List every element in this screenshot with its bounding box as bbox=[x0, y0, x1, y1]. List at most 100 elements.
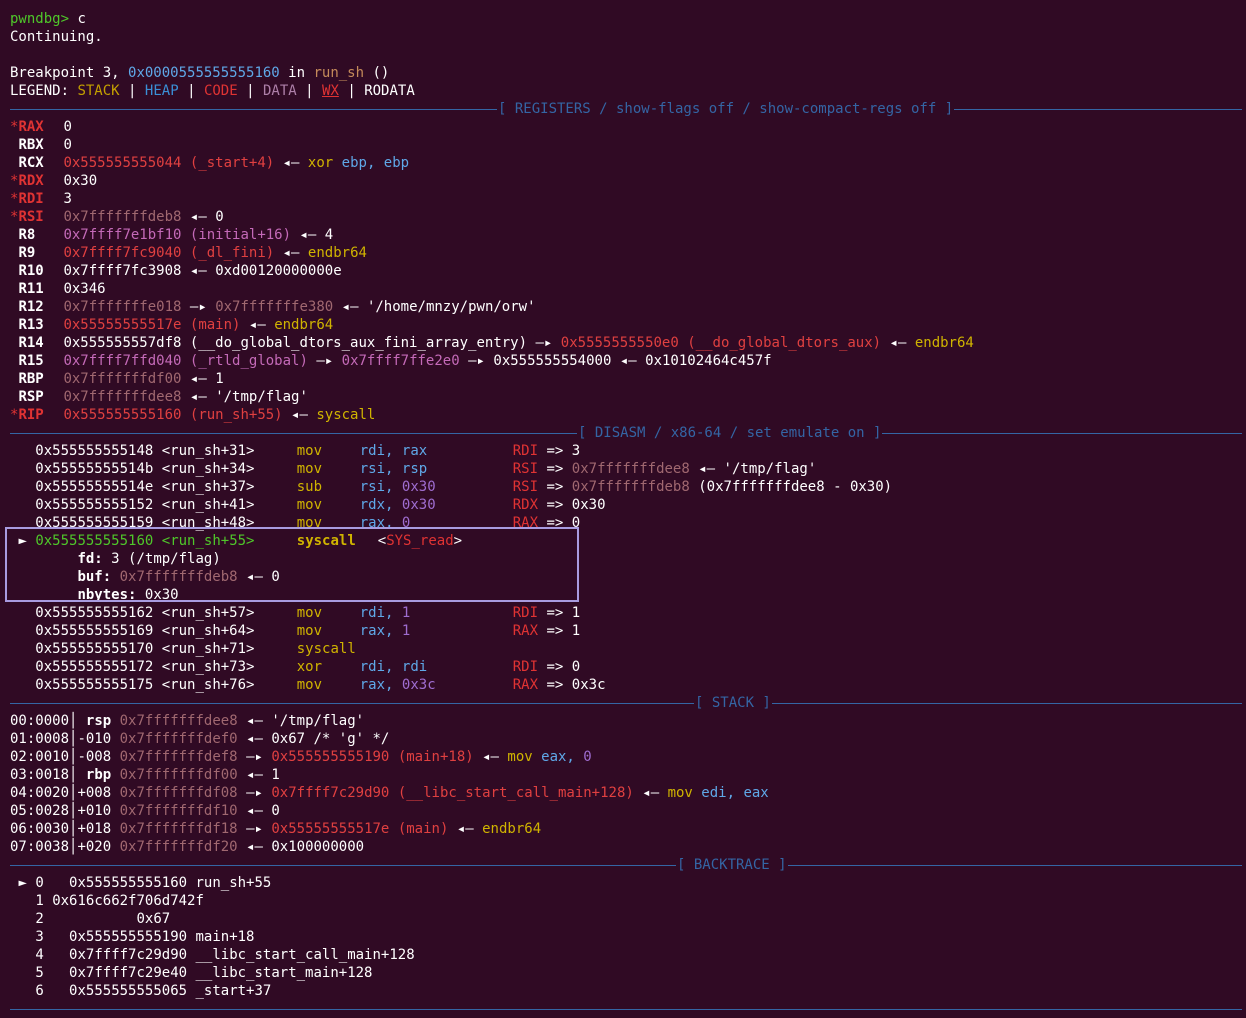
register-name: R9 bbox=[18, 245, 36, 261]
pointer-arrow: ◂— bbox=[246, 713, 263, 729]
register-name: RSP bbox=[18, 389, 44, 405]
stack-index: 06:0030 bbox=[10, 821, 70, 837]
legend-sep: | bbox=[187, 83, 196, 99]
pointer-target: endbr64 bbox=[914, 335, 974, 351]
legend-sep: | bbox=[347, 83, 356, 99]
emulated-register: RDX bbox=[512, 497, 539, 513]
register-name: R11 bbox=[18, 281, 44, 297]
disasm-row: 0x555555555170 <run_sh+71> syscall bbox=[10, 640, 1242, 658]
current-mnemonic: syscall bbox=[296, 533, 356, 549]
register-name: R13 bbox=[18, 317, 44, 333]
pointer-arrow: ◂— bbox=[291, 407, 308, 423]
frame-number: 6 bbox=[35, 983, 44, 999]
register-name: RDX bbox=[18, 173, 44, 189]
operand-2: 0 bbox=[401, 515, 411, 531]
emulated-result: 0x3c bbox=[571, 677, 606, 693]
legend-code: CODE bbox=[203, 83, 238, 99]
emulated-result: 0x7fffffffdee8 bbox=[571, 461, 690, 477]
stack-value: 0 bbox=[271, 803, 280, 819]
instruction-address: 0x555555555148 bbox=[35, 443, 154, 459]
register-dirty-marker bbox=[10, 137, 18, 153]
register-symbol: (_rtld_global) bbox=[189, 353, 308, 369]
pointer-arrow: ◂— bbox=[248, 317, 266, 333]
register-value: 0x7ffff7fc9040 bbox=[63, 245, 182, 261]
register-row: *RDX 0x30 bbox=[10, 172, 1242, 190]
syscall-close: > bbox=[453, 533, 463, 549]
disasm-separator: [ DISASM / x86-64 / set emulate on ] bbox=[10, 424, 1242, 442]
register-value: 0x555555555160 bbox=[63, 407, 182, 423]
register-dirty-marker bbox=[10, 281, 18, 297]
pointer-arrow: ◂— bbox=[246, 569, 263, 585]
syscall-arg-fd: fd: 3 (/tmp/flag) bbox=[10, 550, 1242, 568]
stack-row: 05:0028│+010 0x7fffffffdf10 ◂— 0 bbox=[10, 802, 1242, 820]
instruction-address: 0x555555555175 bbox=[35, 677, 154, 693]
instruction-operands: rdi, rdi bbox=[360, 658, 513, 676]
pointer-arrow: ◂— bbox=[282, 245, 300, 261]
register-name: R10 bbox=[18, 263, 44, 279]
emulated-arrow: => bbox=[546, 623, 564, 639]
pointer-target: endbr64 bbox=[274, 317, 334, 333]
command-text: c bbox=[77, 11, 86, 27]
emulated-register: RSI bbox=[512, 461, 539, 477]
legend-label: LEGEND: bbox=[10, 83, 70, 99]
instruction-location: <run_sh+76> bbox=[161, 677, 255, 693]
operand-1: rdx, bbox=[359, 497, 394, 513]
register-name: RBP bbox=[18, 371, 44, 387]
operand-1: rax, bbox=[359, 677, 394, 693]
instruction-mnemonic: mov bbox=[296, 497, 323, 513]
stack-row: 03:0018│ rbp 0x7fffffffdf00 ◂— 1 bbox=[10, 766, 1242, 784]
emulated-arrow: => bbox=[546, 443, 564, 459]
register-name: RIP bbox=[18, 407, 44, 423]
backtrace-frame: ► 0 0x555555555160 run_sh+55 bbox=[10, 874, 1242, 892]
register-symbol: (_start+4) bbox=[189, 155, 275, 171]
operand-2: 0x30 bbox=[401, 497, 436, 513]
arg-value: 0x30 bbox=[144, 587, 179, 603]
stack-symbol: (__libc_start_call_main+128) bbox=[397, 785, 634, 801]
register-name: R8 bbox=[18, 227, 36, 243]
pointer-arrow: ◂— bbox=[189, 209, 207, 225]
frame-text: 0x555555555160 run_sh+55 bbox=[52, 875, 272, 891]
pointer-arrow: ◂— bbox=[246, 731, 263, 747]
emulated-arrow: => bbox=[546, 677, 564, 693]
pointer-target: 0 bbox=[271, 569, 280, 585]
emulated-register: RDI bbox=[512, 605, 539, 621]
disasm-row: 0x55555555514e <run_sh+37> sub rsi, 0x30 RS… bbox=[10, 478, 1242, 496]
syscall-arg-nbytes: nbytes: 0x30 bbox=[10, 586, 1242, 604]
pointer-arrow: ◂— bbox=[189, 371, 207, 387]
stack-row: 00:0000│ rsp 0x7fffffffdee8 ◂— '/tmp/fla… bbox=[10, 712, 1242, 730]
register-value: 0x7ffff7ffd040 bbox=[63, 353, 182, 369]
registers-title: [ REGISTERS / show-flags off / show-comp… bbox=[497, 100, 955, 118]
stack-instruction: mov bbox=[507, 749, 533, 765]
instruction-mnemonic: xor bbox=[296, 659, 323, 675]
pointer-arrow: —▸ bbox=[246, 785, 263, 801]
stack-row: 07:0038│+020 0x7fffffffdf20 ◂— 0x1000000… bbox=[10, 838, 1242, 856]
instruction-address: 0x555555555162 bbox=[35, 605, 154, 621]
frame-marker bbox=[18, 983, 26, 999]
stack-instruction-arg2: eax bbox=[743, 785, 769, 801]
disasm-row: 0x555555555159 <run_sh+48> mov rax, 0 RAX =… bbox=[10, 514, 1242, 532]
operand-2: rsp bbox=[401, 461, 428, 477]
pointer-arrow: ◂— bbox=[482, 749, 499, 765]
pointer-arrow: —▸ bbox=[535, 335, 553, 351]
register-dirty-marker: * bbox=[10, 209, 19, 225]
instruction-op: xor bbox=[307, 155, 334, 171]
breakpoint-func: run_sh bbox=[313, 65, 365, 81]
stack-divider: │ bbox=[69, 713, 78, 729]
stack-symbol: (main) bbox=[397, 821, 449, 837]
emulated-arrow: => bbox=[546, 497, 564, 513]
stack-panel: 00:0000│ rsp 0x7fffffffdee8 ◂— '/tmp/fla… bbox=[10, 712, 1242, 856]
register-name: R12 bbox=[18, 299, 44, 315]
register-dirty-marker: * bbox=[10, 191, 19, 207]
pointer-arrow: ◂— bbox=[299, 227, 317, 243]
instruction-mnemonic: mov bbox=[296, 623, 323, 639]
backtrace-separator: [ BACKTRACE ] bbox=[10, 856, 1242, 874]
legend-sep: | bbox=[246, 83, 255, 99]
instruction-location: <run_sh+37> bbox=[161, 479, 255, 495]
pointer-arrow: ◂— bbox=[619, 353, 637, 369]
prompt: pwndbg> bbox=[10, 11, 70, 27]
arg-label: nbytes: bbox=[77, 587, 137, 603]
register-row: RSP 0x7fffffffdee8 ◂— '/tmp/flag' bbox=[10, 388, 1242, 406]
syscall-arg-buf: buf: 0x7fffffffdeb8 ◂— 0 bbox=[10, 568, 1242, 586]
register-name: RCX bbox=[18, 155, 44, 171]
operand-2: 1 bbox=[401, 605, 411, 621]
